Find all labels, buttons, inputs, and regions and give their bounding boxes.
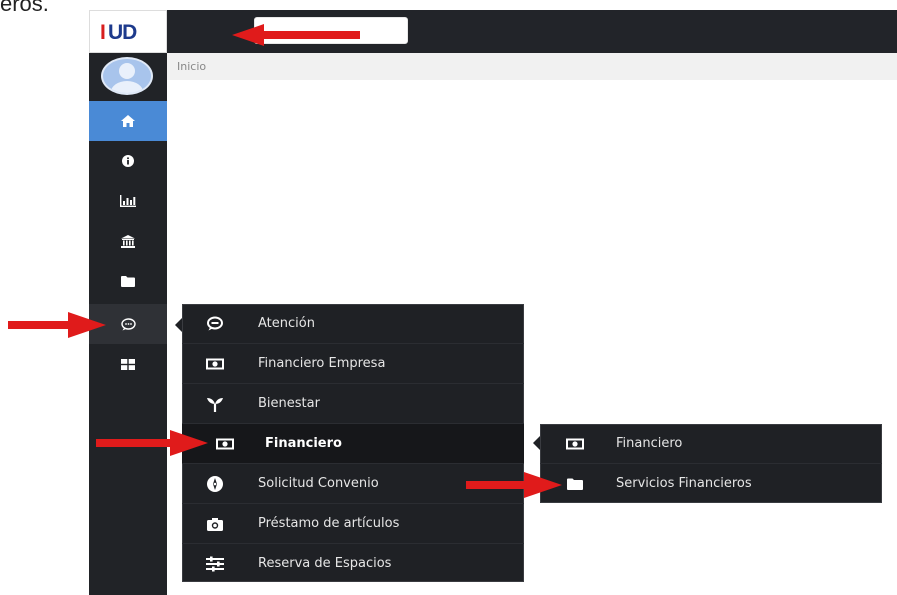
annotation-arrow-financiero xyxy=(96,430,208,456)
menu-item-label: Solicitud Convenio xyxy=(258,476,379,491)
submenu-item-label: Servicios Financieros xyxy=(616,476,752,491)
menu-item-financiero[interactable]: Financiero xyxy=(182,424,524,464)
breadcrumb-item-inicio[interactable]: Inicio xyxy=(177,60,206,73)
breadcrumb: Inicio xyxy=(167,53,897,80)
menu-pointer xyxy=(175,318,182,332)
chat-icon xyxy=(207,316,223,331)
sidebar-item-home[interactable] xyxy=(89,101,167,141)
menu-item-label: Reserva de Espacios xyxy=(258,556,392,571)
annotation-arrow-servicios-financieros xyxy=(466,472,562,498)
top-navbar xyxy=(89,10,897,53)
sidebar-item-institution[interactable] xyxy=(89,221,167,261)
sprout-icon xyxy=(207,398,223,412)
menu-item-label: Financiero xyxy=(265,436,342,451)
menu-item-label: Atención xyxy=(258,316,315,331)
menu-item-financiero-empresa[interactable]: Financiero Empresa xyxy=(182,344,524,384)
brand-logo[interactable]: I UD xyxy=(89,10,167,53)
money-icon xyxy=(206,358,224,370)
submenu-item-label: Financiero xyxy=(616,436,683,451)
submenu-item-financiero[interactable]: Financiero xyxy=(540,424,882,464)
camera-icon xyxy=(207,518,223,531)
annotation-arrow-hamburger xyxy=(232,24,360,46)
avatar[interactable] xyxy=(101,57,153,95)
menu-item-label: Financiero Empresa xyxy=(258,356,386,371)
folder-icon xyxy=(121,275,135,287)
menu-item-label: Bienestar xyxy=(258,396,320,411)
menu-item-reserva-espacios[interactable]: Reserva de Espacios xyxy=(182,544,524,584)
info-icon xyxy=(122,155,134,167)
bank-icon xyxy=(121,234,135,248)
logo-letter-i: I xyxy=(100,21,106,44)
sidebar-item-info[interactable] xyxy=(89,141,167,181)
menu-item-atencion[interactable]: Atención xyxy=(182,304,524,344)
home-icon xyxy=(121,115,135,127)
sidebar-item-apps[interactable] xyxy=(89,344,167,384)
bar-chart-icon xyxy=(120,195,136,207)
sidebar-item-documents[interactable] xyxy=(89,261,167,301)
sliders-icon xyxy=(206,556,224,572)
logo-letters-ud: UD xyxy=(108,21,137,44)
submenu-item-servicios-financieros[interactable]: Servicios Financieros xyxy=(540,464,882,504)
menu-item-bienestar[interactable]: Bienestar xyxy=(182,384,524,424)
menu-item-label: Préstamo de artículos xyxy=(258,516,400,531)
sidebar-item-reports[interactable] xyxy=(89,181,167,221)
screenshot-stage: eros. I UD Inicio Atención Financiero Em… xyxy=(0,0,897,595)
submenu-pointer xyxy=(533,436,540,450)
money-icon xyxy=(216,438,234,450)
cutoff-text: eros. xyxy=(0,0,49,16)
chat-icon xyxy=(120,317,136,330)
annotation-arrow-services xyxy=(8,312,106,338)
compass-icon xyxy=(207,476,223,492)
menu-item-prestamo-articulos[interactable]: Préstamo de artículos xyxy=(182,504,524,544)
money-icon xyxy=(566,438,584,450)
sidebar xyxy=(89,10,167,595)
grid-icon xyxy=(121,358,135,370)
folder-icon xyxy=(567,478,583,490)
